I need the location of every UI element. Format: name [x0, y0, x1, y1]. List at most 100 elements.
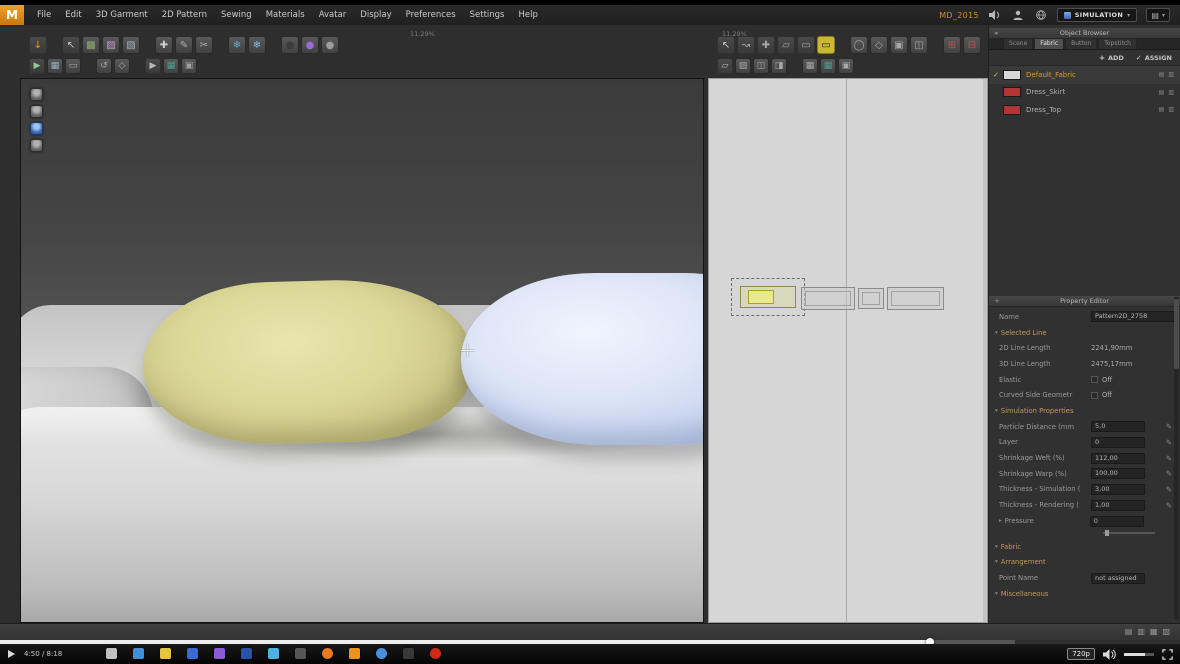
checkbox[interactable]	[1091, 376, 1098, 384]
expand-icon[interactable]: ▸	[999, 518, 1002, 524]
assign-button[interactable]: ✓ ASSIGN	[1136, 54, 1172, 62]
pen-tool-icon[interactable]: ✎	[175, 36, 193, 54]
layout-single-icon[interactable]: ▤	[1125, 627, 1133, 637]
dark-sphere-icon[interactable]: ●	[281, 36, 299, 54]
pattern-piece[interactable]	[801, 287, 855, 310]
value-input[interactable]: 100,00	[1091, 468, 1145, 480]
pin-icon[interactable]: ❄	[228, 36, 246, 54]
red-notch-icon[interactable]: ⊞	[943, 36, 961, 54]
mirror-icon[interactable]: ◫	[753, 58, 769, 74]
property-section-arrangement[interactable]: ▾ Arrangement	[989, 555, 1180, 571]
avatar-preset-2-icon[interactable]	[30, 105, 43, 118]
property-editor-header[interactable]: + Property Editor	[989, 296, 1180, 307]
teal-pattern-icon[interactable]: ▦	[820, 58, 836, 74]
fabric-visibility-icon[interactable]: ▥	[1168, 89, 1174, 96]
pressure-slider[interactable]	[1103, 529, 1155, 536]
freeze-icon[interactable]: ❄	[248, 36, 266, 54]
menu-display[interactable]: Display	[353, 5, 398, 25]
fabric-visibility-icon[interactable]: ▥	[1168, 106, 1174, 113]
value-input[interactable]: Pattern2D_2758	[1091, 311, 1175, 323]
taskbar-app-icon[interactable]	[133, 648, 144, 659]
window2-icon[interactable]: ▣	[838, 58, 854, 74]
edit-icon[interactable]: ✎	[1166, 422, 1172, 431]
fabric-properties-icon[interactable]: ▤	[1159, 89, 1165, 96]
speaker-icon[interactable]	[988, 8, 1002, 22]
taskbar-app-icon[interactable]	[214, 648, 225, 659]
grid2-icon[interactable]: ▦	[802, 58, 818, 74]
show-seams-icon[interactable]: ▧	[122, 36, 140, 54]
inner-rect-icon[interactable]: ▣	[890, 36, 908, 54]
add-button[interactable]: + ADD	[1099, 54, 1124, 62]
layout-custom-icon[interactable]: ▧	[1162, 627, 1170, 637]
fabric-properties-icon[interactable]: ▤	[1159, 71, 1165, 78]
show-pattern-icon[interactable]: ▨	[102, 36, 120, 54]
fold-icon[interactable]: ◨	[771, 58, 787, 74]
pattern-piece[interactable]	[858, 288, 884, 309]
taskbar-app-icon[interactable]	[241, 648, 252, 659]
show-2d-icon[interactable]: ▱	[717, 58, 733, 74]
property-section-simulation-properties[interactable]: ▾ Simulation Properties	[989, 403, 1180, 419]
texture-icon[interactable]: ▨	[735, 58, 751, 74]
taskbar-app-icon[interactable]	[349, 648, 360, 659]
purple-sphere-icon[interactable]: ●	[301, 36, 319, 54]
fabric-row-dress-top[interactable]: Dress_Top ▤ ▥	[989, 101, 1180, 119]
object-browser-header[interactable]: ◂ Object Browser	[989, 28, 1180, 39]
volume-slider[interactable]	[1124, 652, 1154, 656]
menu-edit[interactable]: Edit	[58, 5, 88, 25]
edit-curve-icon[interactable]: ↝	[737, 36, 755, 54]
slider-thumb[interactable]	[1104, 529, 1109, 536]
globe-icon[interactable]	[1034, 8, 1048, 22]
scrollbar-thumb[interactable]	[1174, 299, 1179, 369]
avatar-preset-4-icon[interactable]	[30, 139, 43, 152]
checkbox[interactable]	[1091, 391, 1098, 399]
menu-avatar[interactable]: Avatar	[312, 5, 354, 25]
teal-grid-icon[interactable]: ▦	[163, 58, 179, 74]
avatar-preset-3-icon[interactable]	[30, 122, 43, 135]
split-view-icon[interactable]: ◫	[910, 36, 928, 54]
value-input[interactable]: 0	[1091, 436, 1145, 448]
property-section-fabric[interactable]: ▾ Fabric	[989, 539, 1180, 555]
window-icon[interactable]: ▣	[181, 58, 197, 74]
tab-scene[interactable]: Scene	[1003, 38, 1034, 49]
flatten-icon[interactable]: ▭	[65, 58, 81, 74]
taskbar-app-icon[interactable]	[187, 648, 198, 659]
property-section-miscellaneous[interactable]: ▾ Miscellaneous	[989, 586, 1180, 602]
layout-quad-icon[interactable]: ▦	[1150, 627, 1158, 637]
red-seam-icon[interactable]: ⊟	[963, 36, 981, 54]
menu-file[interactable]: File	[30, 5, 58, 25]
taskbar-app-icon[interactable]	[106, 648, 117, 659]
dart-tool-icon[interactable]: ◇	[870, 36, 888, 54]
value-input[interactable]: 5,0	[1091, 421, 1145, 433]
menu-sewing[interactable]: Sewing	[214, 5, 259, 25]
app-logo[interactable]: M	[0, 5, 24, 25]
fabric-row-dress-skirt[interactable]: Dress_Skirt ▤ ▥	[989, 84, 1180, 102]
user-icon[interactable]	[1011, 8, 1025, 22]
pattern-piece[interactable]	[887, 287, 944, 310]
taskbar-app-icon[interactable]	[430, 648, 441, 659]
edit-icon[interactable]: ✎	[1166, 469, 1172, 478]
fabric-row-default-fabric[interactable]: ✓ Default_Fabric ▤ ▥	[989, 66, 1180, 84]
value-input[interactable]: 3,00	[1091, 483, 1145, 495]
taskbar-app-icon[interactable]	[403, 648, 414, 659]
fabric-visibility-icon[interactable]: ▥	[1168, 71, 1174, 78]
add-point-icon[interactable]: ✚	[757, 36, 775, 54]
circle-tool-icon[interactable]: ◯	[850, 36, 868, 54]
edit-pattern-icon[interactable]: ↖	[717, 36, 735, 54]
gray-sphere-icon[interactable]: ●	[321, 36, 339, 54]
pattern-piece-selected[interactable]	[731, 278, 805, 316]
value-input[interactable]: not assigned	[1091, 572, 1145, 584]
taskbar-app-icon[interactable]	[376, 648, 387, 659]
fabric-properties-icon[interactable]: ▤	[1159, 106, 1165, 113]
edit-icon[interactable]: ✎	[1166, 501, 1172, 510]
move-tool-icon[interactable]: ✚	[155, 36, 173, 54]
dot-icon[interactable]: ◇	[114, 58, 130, 74]
menu-materials[interactable]: Materials	[259, 5, 312, 25]
taskbar-app-icon[interactable]	[160, 648, 171, 659]
volume-icon[interactable]	[1103, 648, 1116, 660]
edit-icon[interactable]: ✎	[1166, 485, 1172, 494]
quality-button[interactable]: 720p	[1067, 648, 1095, 660]
value-input[interactable]: 1,00	[1091, 499, 1145, 511]
edit-icon[interactable]: ✎	[1166, 454, 1172, 463]
avatar-preset-1-icon[interactable]	[30, 88, 43, 101]
select-arrow-icon[interactable]: ↖	[62, 36, 80, 54]
